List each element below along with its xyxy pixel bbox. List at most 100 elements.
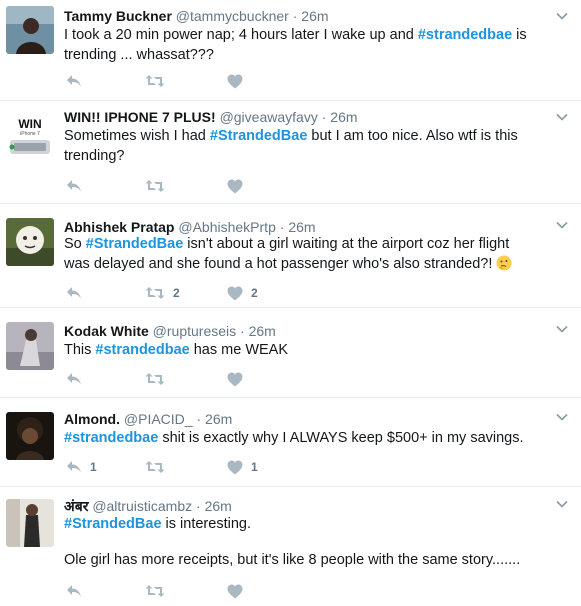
username[interactable]: @PIACID_ xyxy=(124,411,193,427)
tweet[interactable]: WIN iPhone 7 WIN!! IPHONE 7 PLUS! @giveaw… xyxy=(0,101,581,204)
tweet[interactable]: अंबर @altruisticambz · 26m #StrandedBae … xyxy=(0,487,581,606)
timestamp[interactable]: 26m xyxy=(288,219,315,235)
avatar[interactable] xyxy=(6,218,54,266)
tweet-paragraph: #StrandedBae is interesting. xyxy=(64,514,529,534)
reply-icon xyxy=(66,372,82,386)
avatar-sub-text: iPhone 7 xyxy=(20,131,40,137)
timestamp[interactable]: 26m xyxy=(330,109,357,125)
heart-icon xyxy=(227,372,243,387)
avatar[interactable] xyxy=(6,322,54,370)
separator: · xyxy=(321,109,327,125)
tweet-paragraph: I took a 20 min power nap; 4 hours later… xyxy=(64,25,529,65)
reply-button[interactable] xyxy=(66,72,82,90)
tweet-paragraph: #strandedbae shit is exactly why I ALWAY… xyxy=(64,428,529,448)
tweet-paragraph: Sometimes wish I had #StrandedBae but I … xyxy=(64,126,529,166)
tweet-paragraph: Ole girl has more receipts, but it's lik… xyxy=(64,552,521,568)
timestamp[interactable]: 26m xyxy=(205,411,232,427)
like-button[interactable] xyxy=(227,177,251,195)
tweet-text: So #StrandedBae isn't about a girl waiti… xyxy=(64,234,529,274)
display-name[interactable]: Abhishek Pratap xyxy=(64,219,174,235)
tweet[interactable]: Tammy Buckner @tammycbuckner · 26m I too… xyxy=(0,0,581,101)
tweet-header: Almond. @PIACID_ · 26m xyxy=(64,410,232,428)
timestamp[interactable]: 26m xyxy=(205,498,232,514)
like-count: 2 xyxy=(251,286,258,300)
display-name[interactable]: WIN!! IPHONE 7 PLUS! xyxy=(64,109,216,125)
chevron-down-icon[interactable] xyxy=(555,110,569,124)
tweet-text: #StrandedBae is interesting. Ole girl ha… xyxy=(64,514,529,570)
like-button[interactable] xyxy=(227,582,251,600)
tweet-paragraph: So #StrandedBae isn't about a girl waiti… xyxy=(64,234,529,274)
reply-button[interactable]: 1 xyxy=(66,458,97,476)
reply-button[interactable] xyxy=(66,177,82,195)
heart-icon xyxy=(227,179,243,194)
hashtag-link[interactable]: #StrandedBae xyxy=(86,236,184,252)
retweet-icon xyxy=(145,286,165,300)
separator: · xyxy=(279,219,285,235)
retweet-button[interactable] xyxy=(145,582,173,600)
retweet-button[interactable] xyxy=(145,370,173,388)
text-span: This xyxy=(64,342,96,358)
username[interactable]: @tammycbuckner xyxy=(176,8,289,24)
chevron-down-icon[interactable] xyxy=(555,410,569,424)
tweet[interactable]: Almond. @PIACID_ · 26m #strandedbae shit… xyxy=(0,398,581,487)
hashtag-link[interactable]: #StrandedBae xyxy=(210,128,308,144)
avatar[interactable] xyxy=(6,499,54,547)
username[interactable]: @altruisticambz xyxy=(92,498,192,514)
tweet-header: WIN!! IPHONE 7 PLUS! @giveawayfavy · 26m xyxy=(64,108,358,126)
tweet-text: This #strandedbae has me WEAK xyxy=(64,340,529,360)
tweet[interactable]: Kodak White @ruptureseis · 26m This #str… xyxy=(0,308,581,398)
tweet-actions xyxy=(64,370,364,388)
retweet-button[interactable] xyxy=(145,177,173,195)
chevron-down-icon[interactable] xyxy=(555,497,569,511)
display-name[interactable]: अंबर xyxy=(64,498,88,514)
like-count: 1 xyxy=(251,460,258,474)
display-name[interactable]: Kodak White xyxy=(64,323,149,339)
hashtag-link[interactable]: #strandedbae xyxy=(418,27,512,43)
chevron-down-icon[interactable] xyxy=(555,322,569,336)
separator: · xyxy=(240,323,245,339)
username[interactable]: @AbhishekPrtp xyxy=(178,219,275,235)
timestamp[interactable]: 26m xyxy=(249,323,276,339)
hashtag-link[interactable]: #StrandedBae xyxy=(64,516,162,532)
tweet-actions xyxy=(64,177,364,195)
separator: · xyxy=(292,8,298,24)
retweet-button[interactable] xyxy=(145,458,173,476)
text-span: So xyxy=(64,236,86,252)
tweet-text: I took a 20 min power nap; 4 hours later… xyxy=(64,25,529,65)
reply-icon xyxy=(66,460,82,474)
reply-button[interactable] xyxy=(66,370,82,388)
avatar[interactable] xyxy=(6,412,54,460)
display-name[interactable]: Tammy Buckner xyxy=(64,8,172,24)
like-button[interactable]: 2 xyxy=(227,284,258,302)
tweet-header: अंबर @altruisticambz · 26m xyxy=(64,497,232,515)
heart-icon xyxy=(227,460,243,475)
text-span: is interesting. xyxy=(161,516,251,532)
timestamp[interactable]: 26m xyxy=(301,8,328,24)
retweet-button[interactable] xyxy=(145,72,173,90)
display-name[interactable]: Almond. xyxy=(64,411,120,427)
username[interactable]: @giveawayfavy xyxy=(220,109,318,125)
chevron-down-icon[interactable] xyxy=(555,9,569,23)
text-span: shit is exactly why I ALWAYS keep $500+ … xyxy=(158,430,524,446)
tweet-feed: Tammy Buckner @tammycbuckner · 26m I too… xyxy=(0,0,581,606)
reply-count: 1 xyxy=(90,460,97,474)
retweet-count: 2 xyxy=(173,286,180,300)
retweet-icon xyxy=(145,460,165,474)
hashtag-link[interactable]: #strandedbae xyxy=(95,342,189,358)
text-span: I took a 20 min power nap; 4 hours later… xyxy=(64,27,418,43)
chevron-down-icon[interactable] xyxy=(555,218,569,232)
reply-button[interactable] xyxy=(66,582,82,600)
reply-button[interactable] xyxy=(66,284,82,302)
reply-icon xyxy=(66,584,82,598)
like-button[interactable] xyxy=(227,370,251,388)
tweet[interactable]: Abhishek Pratap @AbhishekPrtp · 26m So #… xyxy=(0,204,581,308)
retweet-button[interactable]: 2 xyxy=(145,284,180,302)
username[interactable]: @ruptureseis xyxy=(153,323,236,339)
hashtag-link[interactable]: #strandedbae xyxy=(64,430,158,446)
reply-icon xyxy=(66,179,82,193)
like-button[interactable] xyxy=(227,72,251,90)
tweet-actions xyxy=(64,582,364,600)
like-button[interactable]: 1 xyxy=(227,458,258,476)
avatar[interactable] xyxy=(6,6,54,54)
avatar[interactable]: WIN iPhone 7 xyxy=(6,113,54,161)
